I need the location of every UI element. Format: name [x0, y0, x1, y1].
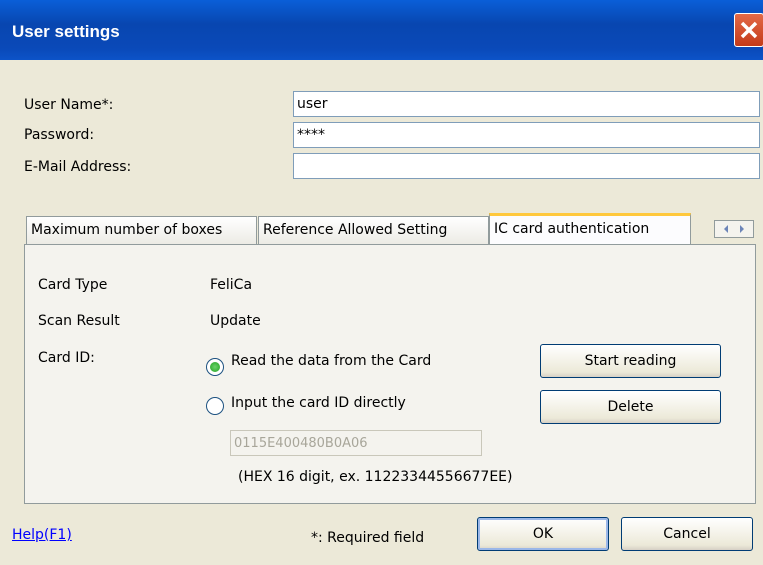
close-button[interactable]	[734, 13, 763, 47]
tab-maximum-boxes[interactable]: Maximum number of boxes	[26, 216, 257, 244]
scan-result-value: Update	[210, 313, 261, 329]
card-id-input[interactable]: 0115E400480B0A06	[230, 430, 482, 456]
tab-reference-allowed[interactable]: Reference Allowed Setting	[258, 216, 489, 244]
card-id-label: Card ID:	[38, 350, 95, 366]
card-type-label: Card Type	[38, 277, 108, 293]
radio-input-label: Input the card ID directly	[231, 395, 406, 411]
scan-result-label: Scan Result	[38, 313, 120, 329]
close-icon	[740, 21, 758, 39]
password-label: Password:	[24, 127, 95, 143]
radio-read-label: Read the data from the Card	[231, 353, 432, 369]
password-field[interactable]: ****	[293, 122, 760, 148]
radio-read-from-card[interactable]	[206, 358, 224, 376]
title-bar: User settings	[0, 0, 763, 60]
delete-button[interactable]: Delete	[540, 390, 721, 424]
help-link[interactable]: Help(F1)	[12, 527, 72, 543]
ok-button[interactable]: OK	[477, 517, 609, 551]
username-label: User Name*:	[24, 97, 114, 113]
tab-scroll-arrows-icon	[724, 225, 744, 233]
radio-input-directly[interactable]	[206, 397, 224, 415]
card-type-value: FeliCa	[210, 277, 253, 293]
window-title: User settings	[12, 22, 120, 41]
email-field[interactable]	[293, 153, 760, 179]
start-reading-button[interactable]: Start reading	[540, 344, 721, 378]
cancel-button[interactable]: Cancel	[621, 517, 753, 551]
username-field[interactable]: user	[293, 91, 760, 117]
tab-ic-card-authentication[interactable]: IC card authentication	[489, 213, 691, 245]
hex-hint: (HEX 16 digit, ex. 11223344556677EE)	[238, 469, 513, 485]
required-field-note: *: Required field	[311, 530, 425, 546]
tab-scroll-buttons[interactable]	[714, 220, 754, 238]
email-label: E-Mail Address:	[24, 159, 132, 175]
